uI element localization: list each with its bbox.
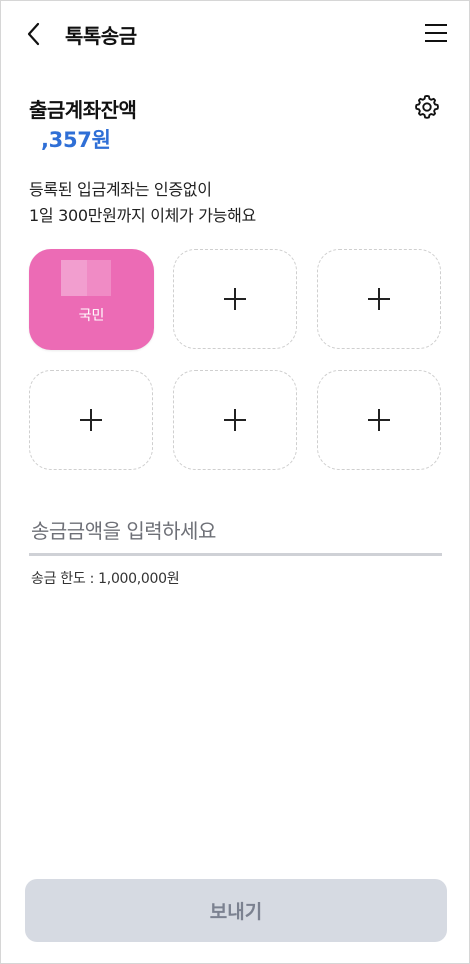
add-account-slot[interactable] <box>173 249 297 349</box>
back-button[interactable] <box>19 19 49 49</box>
settings-button[interactable] <box>413 93 441 121</box>
balance-label: 출금계좌잔액 <box>29 98 137 122</box>
input-underline <box>29 553 442 556</box>
bank-name-label: 국민 <box>78 308 105 324</box>
plus-icon <box>224 409 246 431</box>
page-title: 톡톡송금 <box>65 24 137 48</box>
plus-icon <box>80 409 102 431</box>
info-line-2: 1일 300만원까지 이체가 가능해요 <box>29 206 256 225</box>
transfer-info-text: 등록된 입금계좌는 인증없이 1일 300만원까지 이체가 가능해요 <box>29 177 256 229</box>
add-account-slot[interactable] <box>29 370 153 470</box>
registered-account-card[interactable]: 국민 <box>29 249 154 350</box>
transfer-limit-text: 송금 한도 : 1,000,000원 <box>31 571 180 587</box>
chevron-left-icon <box>27 22 40 46</box>
add-account-slot[interactable] <box>173 370 297 470</box>
send-button[interactable]: 보내기 <box>25 879 447 942</box>
hamburger-menu-icon <box>425 24 447 42</box>
info-line-1: 등록된 입금계좌는 인증없이 <box>29 180 212 199</box>
menu-button[interactable] <box>423 21 449 45</box>
plus-icon <box>368 409 390 431</box>
transfer-amount-input[interactable] <box>31 509 441 553</box>
top-bar: 톡톡송금 <box>1 1 469 65</box>
bank-logo-blurred-part <box>87 260 111 296</box>
balance-amount: ,357원 <box>41 128 111 152</box>
plus-icon <box>368 288 390 310</box>
bank-logo-blurred <box>61 260 87 296</box>
add-account-slot[interactable] <box>317 370 441 470</box>
add-account-slot[interactable] <box>317 249 441 349</box>
plus-icon <box>224 288 246 310</box>
gear-icon <box>415 94 439 119</box>
